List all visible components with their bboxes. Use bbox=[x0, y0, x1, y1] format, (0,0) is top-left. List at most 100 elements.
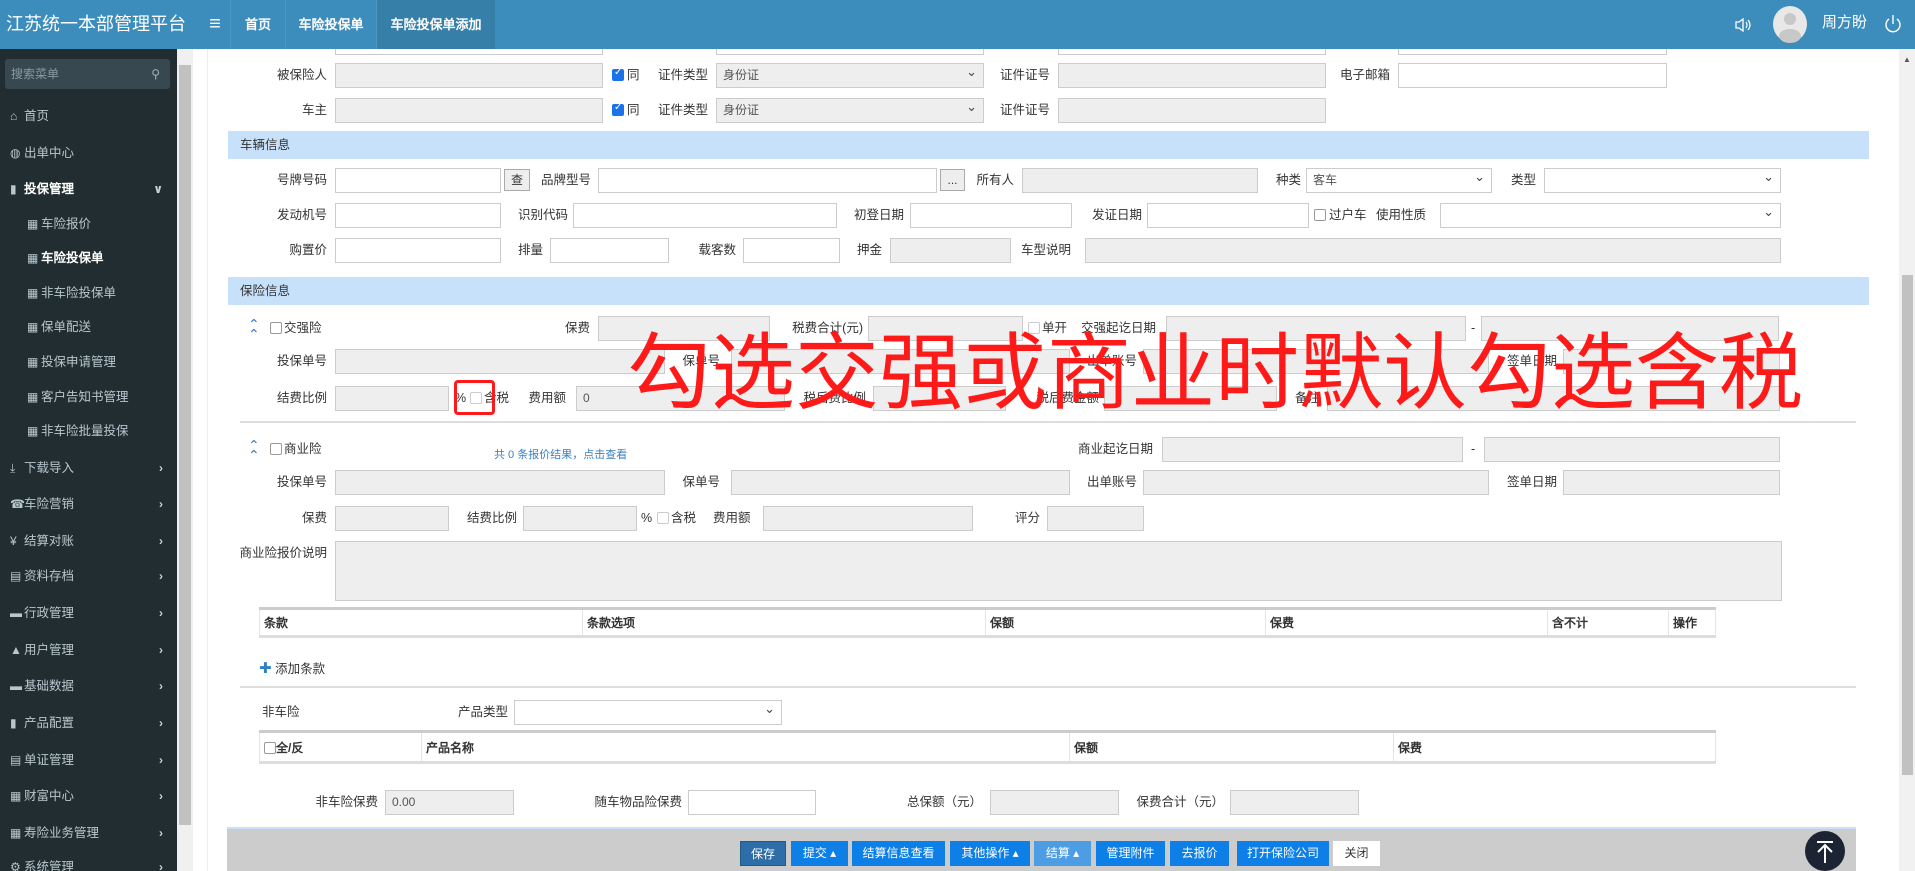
power-icon[interactable] bbox=[1883, 13, 1903, 35]
avatar[interactable] bbox=[1772, 5, 1808, 43]
sidebar-item[interactable]: ▮ 投保管理 ∨ bbox=[0, 174, 177, 204]
compulsory-proposal-no-input[interactable] bbox=[335, 349, 665, 374]
commercial-tax-included-checkbox[interactable] bbox=[657, 512, 669, 524]
submit-button[interactable]: 提交 ▴ bbox=[791, 841, 848, 866]
commercial-checkbox[interactable] bbox=[270, 443, 282, 455]
page-scrollbar[interactable]: ▲ bbox=[1899, 49, 1915, 871]
sidebar-item[interactable]: ☎车险营销 › bbox=[0, 489, 177, 519]
goods-premium-input[interactable] bbox=[688, 790, 816, 815]
purchase-price-input[interactable] bbox=[335, 238, 501, 263]
plate-query-button[interactable]: 查 bbox=[504, 169, 530, 191]
sidebar-item[interactable]: ▦ 非车险投保单 bbox=[0, 278, 177, 308]
back-to-top-icon[interactable] bbox=[1805, 831, 1845, 871]
insured-id-no-input[interactable] bbox=[1058, 63, 1326, 88]
engine-no-input[interactable] bbox=[335, 203, 501, 228]
owner-name-input[interactable] bbox=[335, 98, 603, 123]
total-premium-input[interactable] bbox=[1230, 790, 1359, 815]
sidebar-item[interactable]: ▦ 客户告知书管理 bbox=[0, 382, 177, 412]
brand-browse-button[interactable]: ... bbox=[940, 169, 965, 191]
non-vehicle-premium-input[interactable]: 0.00 bbox=[385, 790, 514, 815]
sidebar-item[interactable]: ¥ 结算对账 › bbox=[0, 526, 177, 556]
sidebar-item[interactable]: ⚙ 系统管理 › bbox=[0, 852, 177, 871]
insured-same-checkbox[interactable] bbox=[612, 67, 624, 81]
vehicle-owner-input[interactable] bbox=[1022, 168, 1258, 193]
commercial-premium-input[interactable] bbox=[335, 506, 449, 531]
insured-name-input[interactable] bbox=[335, 63, 603, 88]
compulsory-fee-ratio-input[interactable] bbox=[335, 386, 449, 411]
sidebar-item[interactable]: ▮ 产品配置 › bbox=[0, 708, 177, 738]
transfer-checkbox[interactable] bbox=[1314, 209, 1326, 221]
chevron-up-icon[interactable]: ⌃ ⌃ bbox=[248, 438, 260, 462]
displacement-input[interactable] bbox=[550, 238, 669, 263]
chevron-up-icon[interactable]: ⌃ ⌃ bbox=[248, 317, 260, 341]
commercial-start-date-input[interactable] bbox=[1162, 437, 1463, 462]
brand-model-input[interactable] bbox=[598, 168, 937, 193]
commercial-fee-amount-input[interactable] bbox=[763, 506, 973, 531]
sidebar-item[interactable]: ▦ 投保申请管理 bbox=[0, 347, 177, 377]
sidebar-item[interactable]: ▬ 行政管理 › bbox=[0, 598, 177, 628]
score-input[interactable] bbox=[1047, 506, 1144, 531]
settle-button[interactable]: 结算 ▴ bbox=[1034, 841, 1091, 866]
sidebar-item[interactable]: ▤ 单证管理 › bbox=[0, 745, 177, 775]
commercial-proposal-no-input[interactable] bbox=[335, 470, 665, 495]
plate-input[interactable] bbox=[335, 168, 501, 193]
usage-select[interactable] bbox=[1440, 200, 1781, 228]
vehicle-type-select[interactable] bbox=[1544, 165, 1781, 193]
commercial-policy-no-input[interactable] bbox=[731, 470, 1070, 495]
sidebar-scrollbar-thumb[interactable] bbox=[179, 65, 191, 825]
issue-date-input[interactable] bbox=[1147, 203, 1309, 228]
category-select[interactable]: 客车 bbox=[1306, 165, 1492, 193]
compulsory-checkbox[interactable] bbox=[270, 322, 282, 334]
open-insurer-button[interactable]: 打开保险公司 bbox=[1237, 841, 1329, 866]
sidebar-item[interactable]: ▲ 用户管理 › bbox=[0, 635, 177, 665]
product-type-select[interactable] bbox=[514, 697, 782, 725]
sidebar-item[interactable]: ▦ 保单配送 bbox=[0, 312, 177, 342]
tab-home[interactable]: 首页 bbox=[230, 0, 285, 49]
speaker-icon[interactable] bbox=[1733, 15, 1753, 35]
other-actions-button[interactable]: 其他操作 ▴ bbox=[950, 841, 1030, 866]
sidebar-item[interactable]: ▦ 寿险业务管理 › bbox=[0, 818, 177, 848]
sidebar-item[interactable]: ▦ 非车险批量投保 bbox=[0, 416, 177, 446]
select-all-checkbox[interactable] bbox=[264, 741, 276, 754]
menu-search-input[interactable]: 搜索菜单 ⚲ bbox=[5, 59, 170, 89]
quote-results-link[interactable]: 共 0 条报价结果，点击查看 bbox=[494, 446, 627, 462]
owner-id-type-select[interactable]: 身份证 bbox=[716, 95, 984, 123]
commercial-end-date-input[interactable] bbox=[1484, 437, 1780, 462]
vin-input[interactable] bbox=[573, 203, 837, 228]
go-quote-button[interactable]: 去报价 bbox=[1170, 841, 1229, 866]
deposit-input[interactable] bbox=[890, 238, 1011, 263]
owner-same-checkbox[interactable] bbox=[612, 102, 624, 116]
commercial-fee-ratio-input[interactable] bbox=[523, 506, 637, 531]
sidebar-item[interactable]: ▦ 财富中心 › bbox=[0, 781, 177, 811]
add-clause-button[interactable]: ✚ 添加条款 bbox=[259, 661, 325, 677]
menu-toggle-icon[interactable]: ≡ bbox=[204, 12, 226, 36]
save-button[interactable]: 保存 bbox=[740, 841, 786, 866]
username[interactable]: 周方盼 bbox=[1822, 0, 1867, 46]
commercial-quote-desc-textarea[interactable] bbox=[335, 541, 1782, 601]
manage-attachments-button[interactable]: 管理附件 bbox=[1096, 841, 1165, 866]
reg-date-input[interactable] bbox=[910, 203, 1072, 228]
commercial-sign-date-input[interactable] bbox=[1563, 470, 1780, 495]
insured-email-input[interactable] bbox=[1398, 63, 1667, 88]
settlement-info-button[interactable]: 结算信息查看 bbox=[852, 841, 945, 866]
sidebar-item[interactable]: ▬ 基础数据 › bbox=[0, 671, 177, 701]
sidebar-item[interactable]: ▦ 车险报价 bbox=[0, 209, 177, 239]
tab-vehicle-policy[interactable]: 车险投保单 bbox=[285, 0, 376, 49]
seats-input[interactable] bbox=[743, 238, 840, 263]
page-scrollbar-thumb[interactable] bbox=[1902, 275, 1913, 775]
sidebar-item[interactable]: ◍ 出单中心 bbox=[0, 138, 177, 168]
search-icon[interactable]: ⚲ bbox=[151, 59, 160, 89]
sidebar-item[interactable]: ⌂ 首页 bbox=[0, 101, 177, 131]
insured-id-type-select[interactable]: 身份证 bbox=[716, 60, 984, 88]
sidebar-item[interactable]: ⤓ 下载导入 › bbox=[0, 453, 177, 483]
owner-id-no-input[interactable] bbox=[1058, 98, 1326, 123]
model-desc-input[interactable] bbox=[1085, 238, 1781, 263]
sidebar-scrollbar[interactable] bbox=[177, 49, 193, 871]
tab-vehicle-policy-add[interactable]: 车险投保单添加 bbox=[376, 0, 495, 49]
commercial-account-input[interactable] bbox=[1143, 470, 1489, 495]
sidebar-item[interactable]: ▤ 资料存档 › bbox=[0, 561, 177, 591]
sidebar-item[interactable]: ▦ 车险投保单 bbox=[0, 243, 177, 273]
close-button[interactable]: 关闭 bbox=[1333, 841, 1380, 866]
scroll-up-icon[interactable]: ▲ bbox=[1903, 55, 1911, 64]
total-amount-input[interactable] bbox=[990, 790, 1119, 815]
